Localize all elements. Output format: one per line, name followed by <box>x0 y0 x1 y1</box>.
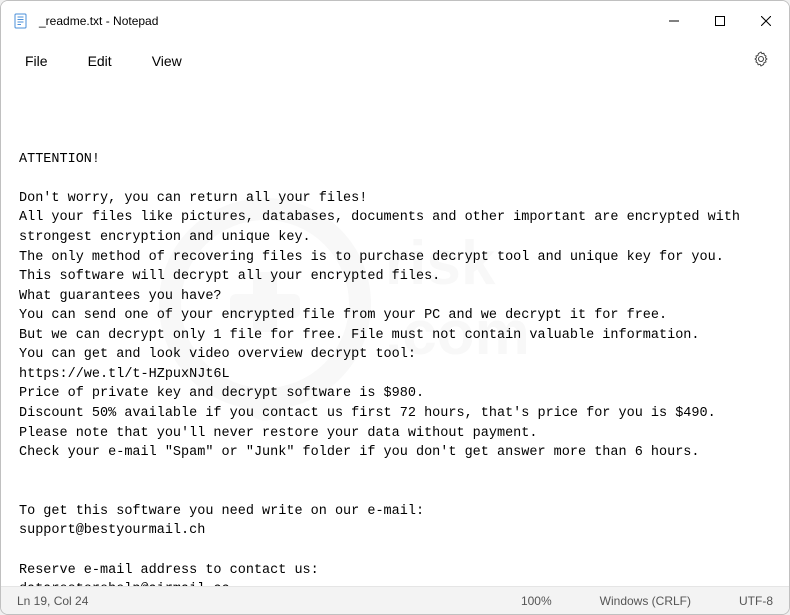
window-title: _readme.txt - Notepad <box>39 14 651 28</box>
line-ending: Windows (CRLF) <box>600 594 691 608</box>
close-button[interactable] <box>743 1 789 41</box>
minimize-button[interactable] <box>651 1 697 41</box>
settings-button[interactable] <box>743 47 779 76</box>
maximize-button[interactable] <box>697 1 743 41</box>
titlebar: _readme.txt - Notepad <box>1 1 789 41</box>
close-icon <box>761 16 771 26</box>
menu-file[interactable]: File <box>19 49 54 73</box>
menus: File Edit View <box>11 49 188 73</box>
text-area[interactable]: risk .com ATTENTION! Don't worry, you ca… <box>1 81 789 586</box>
minimize-icon <box>669 16 679 26</box>
menubar: File Edit View <box>1 41 789 81</box>
maximize-icon <box>715 16 725 26</box>
statusbar: Ln 19, Col 24 100% Windows (CRLF) UTF-8 <box>1 586 789 614</box>
document-text: ATTENTION! Don't worry, you can return a… <box>19 150 771 586</box>
notepad-icon <box>13 13 29 29</box>
window-controls <box>651 1 789 41</box>
notepad-window: _readme.txt - Notepad File Edit View <box>0 0 790 615</box>
encoding: UTF-8 <box>739 594 773 608</box>
zoom-level[interactable]: 100% <box>521 594 552 608</box>
gear-icon <box>753 51 769 67</box>
menu-edit[interactable]: Edit <box>82 49 118 73</box>
cursor-position: Ln 19, Col 24 <box>17 594 88 608</box>
menu-view[interactable]: View <box>146 49 188 73</box>
